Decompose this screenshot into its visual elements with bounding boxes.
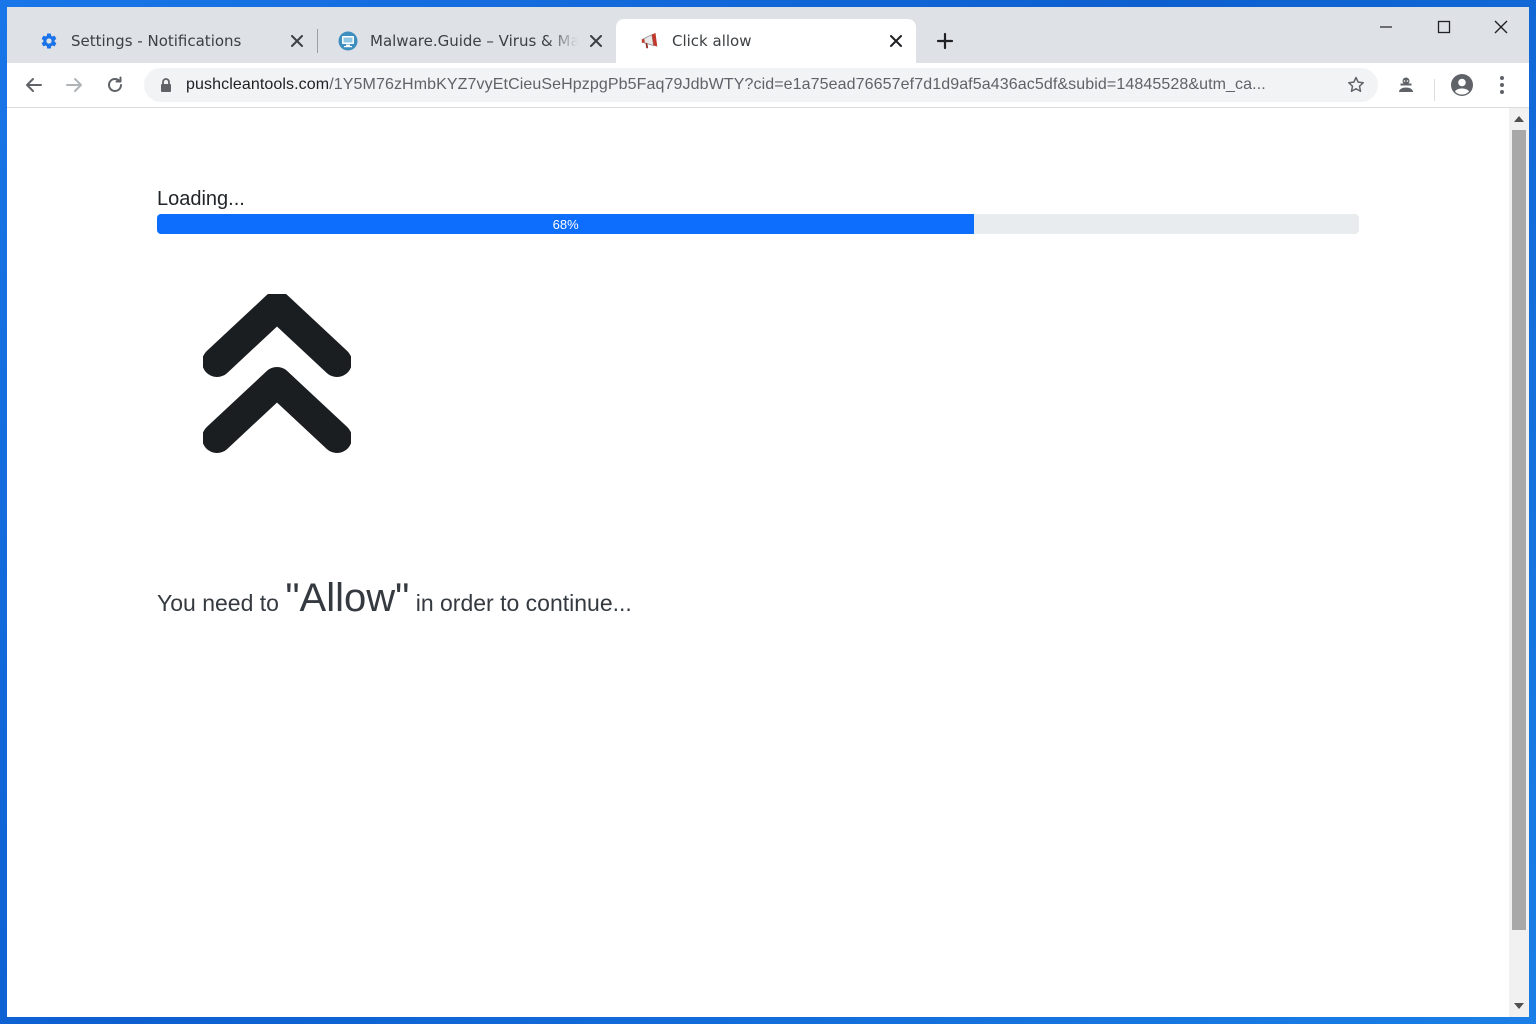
- progress-bar-fill: 68%: [157, 214, 975, 234]
- bookmark-star-icon[interactable]: [1344, 73, 1368, 97]
- new-tab-button[interactable]: [931, 27, 959, 55]
- loading-label: Loading...: [157, 188, 245, 210]
- minimize-button[interactable]: [1357, 7, 1414, 47]
- scroll-up-button[interactable]: [1509, 110, 1529, 128]
- message-allow-highlight: "Allow": [285, 576, 410, 620]
- account-circle-icon: [1451, 74, 1473, 96]
- url-host: pushcleantools.com: [186, 76, 330, 93]
- close-window-button[interactable]: [1472, 7, 1529, 47]
- tab-strip: Settings - Notifications Malware.Guide –…: [7, 7, 1529, 63]
- close-tab-icon[interactable]: [287, 31, 307, 51]
- megaphone-icon: [640, 31, 660, 51]
- menu-button[interactable]: [1486, 69, 1518, 101]
- tab-settings-notifications[interactable]: Settings - Notifications: [15, 19, 317, 63]
- toolbar-divider: [1434, 79, 1435, 101]
- scroll-thumb[interactable]: [1512, 130, 1526, 930]
- lock-icon[interactable]: [156, 75, 176, 95]
- monitor-icon: [338, 31, 358, 51]
- maximize-button[interactable]: [1415, 7, 1472, 47]
- address-bar[interactable]: pushcleantools.com/1Y5M76zHmbKYZ7vyEtCie…: [144, 68, 1378, 102]
- more-vert-icon: [1500, 76, 1504, 94]
- page-content: Loading... 68% You need to "Allow" in or…: [7, 108, 1509, 1017]
- progress-text: 68%: [552, 216, 579, 232]
- arrow-right-icon: [66, 78, 82, 92]
- close-tab-icon[interactable]: [586, 31, 606, 51]
- tab-click-allow[interactable]: Click allow: [616, 19, 916, 63]
- tab-title: Click allow: [672, 32, 752, 50]
- reload-icon: [108, 76, 122, 92]
- browser-window: Settings - Notifications Malware.Guide –…: [7, 7, 1529, 1017]
- gear-icon: [39, 31, 59, 51]
- extensions-button[interactable]: [1390, 69, 1422, 101]
- extension-icon: [1399, 77, 1413, 92]
- url-path: /1Y5M76zHmbKYZ7vyEtCieuSeHpzpgPb5Faq79Jd…: [329, 76, 1266, 93]
- double-chevron-up-icon: [203, 294, 351, 453]
- back-button[interactable]: [18, 69, 50, 101]
- close-icon: [1494, 20, 1507, 34]
- forward-button[interactable]: [58, 69, 90, 101]
- scroll-down-button[interactable]: [1509, 997, 1529, 1015]
- allow-message: You need to "Allow" in order to continue…: [157, 576, 632, 621]
- close-tab-icon[interactable]: [886, 31, 906, 51]
- plus-icon: [936, 32, 954, 50]
- tab-malware-guide[interactable]: Malware.Guide – Virus & Malware: [314, 19, 616, 63]
- browser-toolbar: pushcleantools.com/1Y5M76zHmbKYZ7vyEtCie…: [7, 63, 1529, 108]
- profile-button[interactable]: [1446, 69, 1478, 101]
- arrow-left-icon: [26, 78, 42, 92]
- triangle-up-icon: [1514, 116, 1524, 122]
- message-suffix: in order to continue...: [415, 590, 632, 616]
- minimize-icon: [1379, 26, 1392, 28]
- page-scrollbar[interactable]: [1509, 108, 1529, 1017]
- tab-title: Malware.Guide – Virus & Malware: [370, 32, 578, 50]
- url-text[interactable]: pushcleantools.com/1Y5M76zHmbKYZ7vyEtCie…: [186, 76, 1332, 94]
- progress-bar-track: 68%: [157, 214, 1359, 234]
- maximize-icon: [1437, 20, 1450, 34]
- message-prefix: You need to: [157, 590, 279, 616]
- triangle-down-icon: [1514, 1003, 1524, 1009]
- reload-button[interactable]: [99, 69, 131, 101]
- tab-title: Settings - Notifications: [71, 32, 242, 50]
